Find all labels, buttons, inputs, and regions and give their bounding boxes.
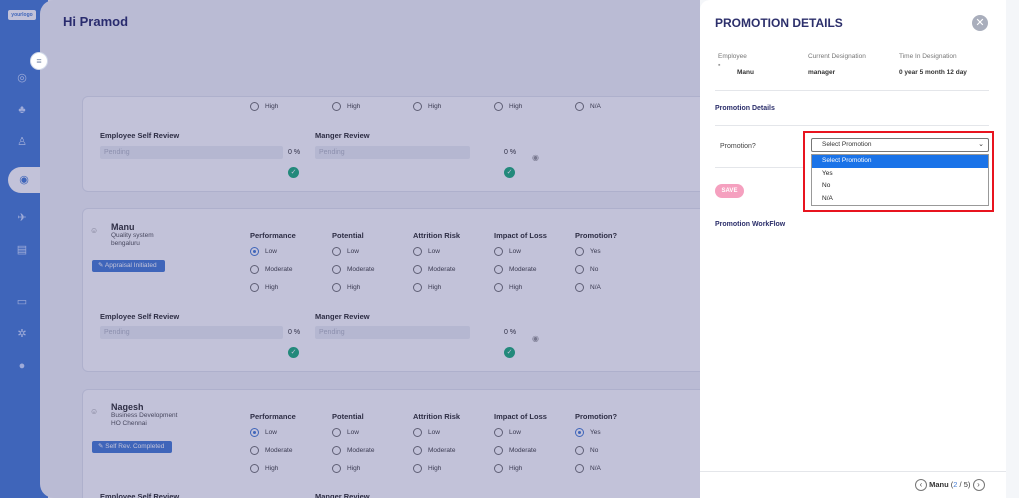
next-icon[interactable]: › [972, 479, 985, 491]
pager: ‹ Manu (2 / 5) › [915, 479, 985, 491]
prev-icon[interactable]: ‹ [915, 479, 927, 491]
save-button[interactable]: SAVE [715, 184, 744, 198]
designation-label: Current Designation [808, 53, 866, 60]
divider [715, 125, 989, 126]
pager-current: 2 [953, 479, 958, 489]
promotion-field-label: Promotion? [720, 143, 756, 150]
avatar: ▪ [718, 62, 721, 69]
workflow-heading: Promotion WorkFlow [715, 221, 786, 228]
promotion-details-heading: Promotion Details [715, 105, 775, 112]
close-icon[interactable]: ✕ [972, 15, 988, 31]
divider [715, 167, 803, 168]
divider [700, 471, 1006, 472]
pager-name: Manu [929, 479, 949, 489]
employee-name: Manu [737, 69, 754, 76]
designation-value: manager [808, 69, 836, 76]
highlight-box [803, 131, 994, 212]
divider [715, 90, 989, 91]
promotion-details-panel: PROMOTION DETAILS ✕ Employee ▪ Manu Curr… [700, 0, 1006, 498]
modal-overlay[interactable] [0, 0, 700, 498]
time-value: 0 year 5 month 12 day [899, 69, 967, 76]
panel-title: PROMOTION DETAILS [715, 16, 843, 30]
pager-separator: / [959, 479, 962, 489]
employee-label: Employee [718, 53, 747, 60]
collapse-sidebar-icon[interactable]: ≡ [30, 52, 48, 70]
time-label: Time In Designation [899, 53, 957, 60]
